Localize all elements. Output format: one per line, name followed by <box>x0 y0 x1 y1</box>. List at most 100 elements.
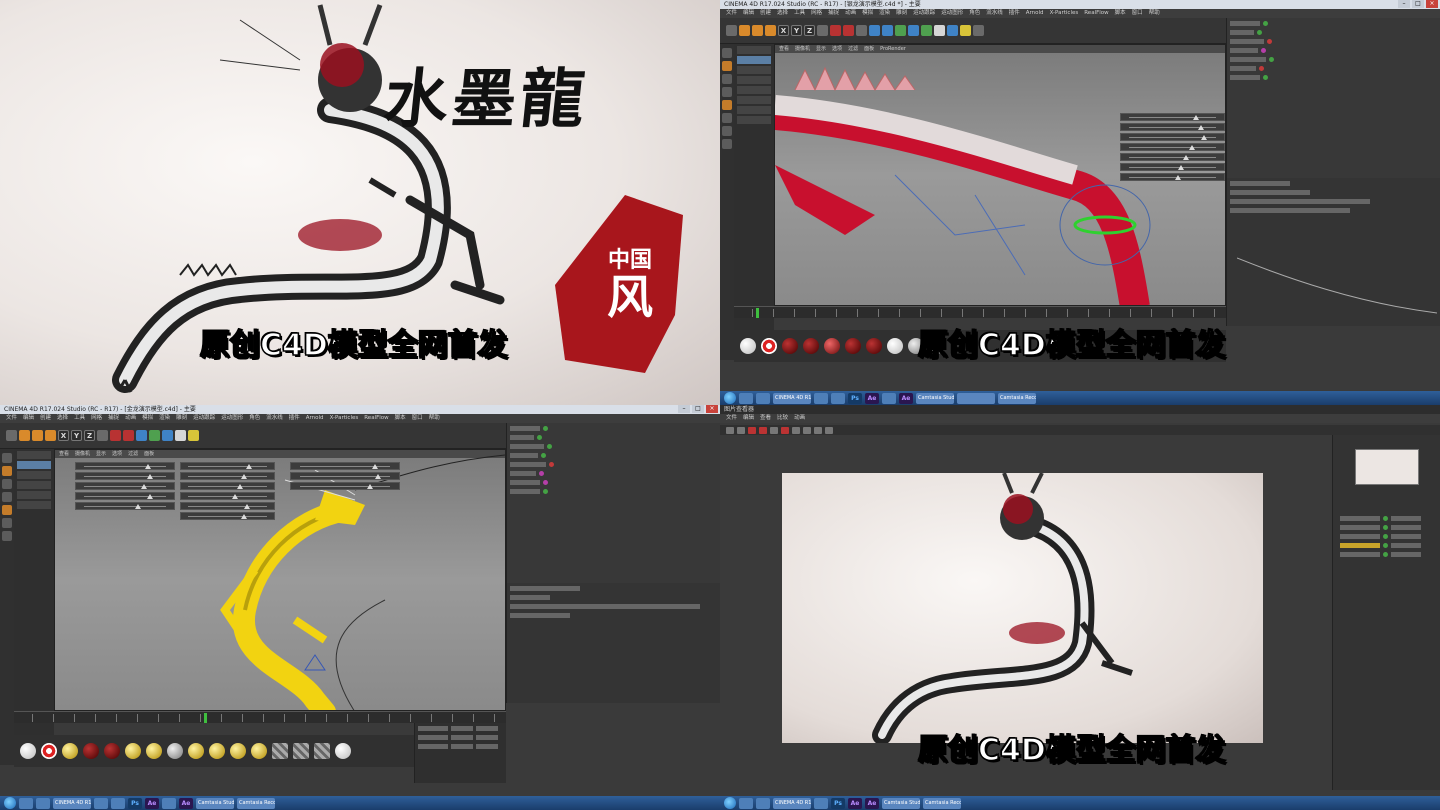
material-swatch[interactable] <box>740 338 756 354</box>
after-effects-icon[interactable]: Ae <box>899 392 913 404</box>
rotate-icon[interactable] <box>45 430 56 441</box>
tool-icon[interactable] <box>748 426 756 434</box>
material-swatch[interactable] <box>230 743 246 759</box>
camera-icon[interactable] <box>947 25 958 36</box>
app-icon[interactable] <box>162 797 176 809</box>
scale-icon[interactable] <box>752 25 763 36</box>
slider[interactable] <box>1120 143 1225 151</box>
render-view-icon[interactable] <box>830 25 841 36</box>
menu-item[interactable]: 网格 <box>91 414 102 423</box>
tool-icon[interactable] <box>737 426 745 434</box>
slider[interactable] <box>180 492 275 500</box>
attribute-row[interactable] <box>510 593 717 601</box>
material-swatch[interactable] <box>335 743 351 759</box>
array-icon[interactable] <box>908 25 919 36</box>
tag-row[interactable] <box>737 76 771 84</box>
start-button[interactable] <box>724 797 736 809</box>
material-swatch[interactable] <box>209 743 225 759</box>
material-swatch[interactable] <box>824 338 840 354</box>
object-row[interactable] <box>1230 73 1437 81</box>
material-swatch[interactable] <box>146 743 162 759</box>
tool-icon[interactable] <box>825 426 833 434</box>
slider[interactable] <box>75 492 175 500</box>
menu-item[interactable]: 雕刻 <box>176 414 187 423</box>
app-icon[interactable] <box>831 392 845 404</box>
cube-icon[interactable] <box>869 25 880 36</box>
slider[interactable] <box>1120 153 1225 161</box>
slider[interactable] <box>290 472 400 480</box>
minimize-button[interactable]: – <box>1398 0 1410 8</box>
menu-item[interactable]: 运动跟踪 <box>913 9 935 18</box>
scene-icon[interactable] <box>934 25 945 36</box>
object-row[interactable] <box>1230 64 1437 72</box>
minimize-button[interactable]: – <box>678 405 690 413</box>
menu-item[interactable]: 帮助 <box>1149 9 1160 18</box>
object-row[interactable] <box>510 433 717 441</box>
ie-icon[interactable] <box>739 797 753 809</box>
menu-item[interactable]: 运动图形 <box>221 414 243 423</box>
menu-item[interactable]: 渲染 <box>159 414 170 423</box>
tool-icon[interactable] <box>2 518 12 528</box>
tool-icon[interactable] <box>2 492 12 502</box>
tool-icon[interactable] <box>722 126 732 136</box>
material-swatch[interactable] <box>167 743 183 759</box>
tool-icon[interactable] <box>803 426 811 434</box>
object-row[interactable] <box>1230 37 1437 45</box>
tool-icon[interactable] <box>726 426 734 434</box>
slider[interactable] <box>1120 113 1225 121</box>
tool-icon[interactable] <box>814 426 822 434</box>
ie-icon[interactable] <box>19 797 33 809</box>
taskbar-c4d[interactable]: CINEMA 4D R17... <box>53 797 91 809</box>
maximize-button[interactable]: □ <box>1412 0 1424 8</box>
tool-icon[interactable] <box>722 139 732 149</box>
menu-item[interactable]: 动画 <box>794 414 805 423</box>
menu-item[interactable]: 编辑 <box>743 414 754 423</box>
tag-row[interactable] <box>737 116 771 124</box>
object-row[interactable] <box>1230 55 1437 63</box>
menu-item[interactable]: 脚本 <box>395 414 406 423</box>
tag-row[interactable] <box>737 86 771 94</box>
tool-icon[interactable] <box>722 87 732 97</box>
menu-item[interactable]: 动画 <box>125 414 136 423</box>
3d-viewport[interactable]: 查看 摄像机 显示 选项 过滤 面板 <box>54 449 506 711</box>
menu-item[interactable]: 创建 <box>760 9 771 18</box>
menu-item[interactable]: 动画 <box>845 9 856 18</box>
attribute-row[interactable] <box>510 584 717 592</box>
object-row[interactable] <box>510 469 717 477</box>
after-effects-icon[interactable]: Ae <box>865 797 879 809</box>
menu-item[interactable]: 窗口 <box>1132 9 1143 18</box>
slider[interactable] <box>180 512 275 520</box>
app-icon[interactable] <box>814 797 828 809</box>
menu-item[interactable]: 渲染 <box>879 9 890 18</box>
history-row[interactable] <box>1340 532 1431 540</box>
tool-icon[interactable] <box>781 426 789 434</box>
y-axis-icon[interactable]: Y <box>791 25 802 36</box>
render-icon[interactable] <box>843 25 854 36</box>
start-button[interactable] <box>724 392 736 404</box>
render-icon[interactable] <box>123 430 134 441</box>
app-icon[interactable] <box>882 392 896 404</box>
material-swatch[interactable] <box>125 743 141 759</box>
menu-item[interactable]: 角色 <box>249 414 260 423</box>
material-swatch[interactable] <box>62 743 78 759</box>
app-icon[interactable] <box>814 392 828 404</box>
pen-icon[interactable] <box>882 25 893 36</box>
menu-item[interactable]: 插件 <box>1009 9 1020 18</box>
tag-row[interactable] <box>17 491 51 499</box>
tag-row[interactable] <box>737 56 771 64</box>
menu-item[interactable]: 雕刻 <box>896 9 907 18</box>
menu-item[interactable]: X-Particles <box>330 414 359 423</box>
tool-icon[interactable] <box>2 466 12 476</box>
ie-icon[interactable] <box>739 392 753 404</box>
menu-item[interactable]: 选择 <box>777 9 788 18</box>
menu-item[interactable]: 捕捉 <box>108 414 119 423</box>
object-row[interactable] <box>1230 46 1437 54</box>
menu-item[interactable]: 文件 <box>726 9 737 18</box>
history-row[interactable] <box>1340 514 1431 522</box>
tag-row[interactable] <box>17 461 51 469</box>
tool-icon[interactable] <box>792 426 800 434</box>
light-icon[interactable] <box>960 25 971 36</box>
coord-icon[interactable] <box>97 430 108 441</box>
tool-icon[interactable] <box>2 453 12 463</box>
taskbar-camtasia-studio[interactable]: Camtasia Studio... <box>882 797 920 809</box>
